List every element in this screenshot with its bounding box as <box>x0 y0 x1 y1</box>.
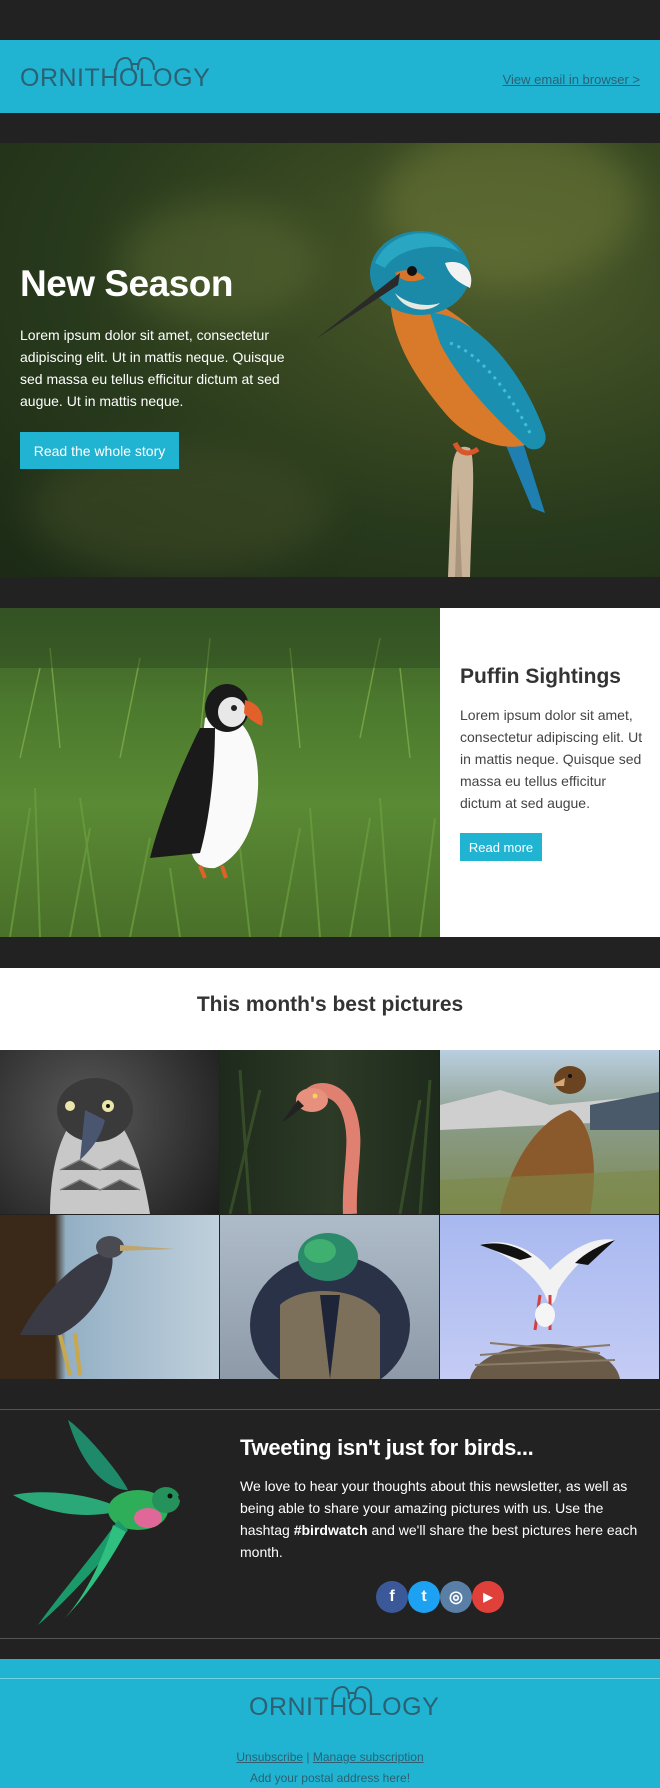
pictures-grid <box>0 1050 660 1380</box>
logo: ORNITHOLOGY <box>20 56 210 91</box>
facebook-glyph: f <box>389 1588 395 1605</box>
link-separator: | <box>306 1750 310 1764</box>
tweet-title: Tweeting isn't just for birds... <box>240 1435 534 1460</box>
puffin-image <box>0 608 440 937</box>
puffin-title: Puffin Sightings <box>460 665 621 688</box>
booby-illustration <box>50 1078 150 1214</box>
email-page: ORNITHOLOGY View email in browser > New … <box>0 0 660 1788</box>
youtube-glyph: ▶ <box>483 1590 493 1604</box>
hero-section: New Season Lorem ipsum dolor sit amet, c… <box>0 143 660 577</box>
hawk-illustration <box>440 1066 659 1214</box>
read-more-button[interactable]: Read more <box>460 833 542 861</box>
tweet-section: Tweeting isn't just for birds... We love… <box>0 1409 660 1639</box>
hashtag: #birdwatch <box>293 1522 368 1538</box>
unsubscribe-link[interactable]: Unsubscribe <box>236 1750 303 1764</box>
pictures-title: This month's best pictures <box>196 993 464 1016</box>
footer: ORNITHOLOGY Unsubscribe | Manage subscri… <box>0 1659 660 1788</box>
gallery-image[interactable] <box>220 1215 439 1379</box>
footer-logo: ORNITHOLOGY <box>249 1685 439 1720</box>
footer-divider <box>0 1678 660 1679</box>
stork-illustration <box>470 1239 620 1379</box>
instagram-glyph: ◎ <box>449 1589 463 1606</box>
puffin-text: Lorem ipsum dolor sit amet, consectetur … <box>460 707 643 811</box>
heron-illustration <box>20 1236 175 1376</box>
twitter-glyph: t <box>421 1588 427 1605</box>
instagram-icon[interactable]: ◎ <box>440 1581 472 1613</box>
pictures-header: This month's best pictures <box>0 968 660 1050</box>
view-in-browser-link[interactable]: View email in browser > <box>503 72 640 87</box>
gallery-image[interactable] <box>440 1050 659 1214</box>
hero-text: Lorem ipsum dolor sit amet, consectetur … <box>20 327 285 409</box>
gallery-image[interactable] <box>440 1215 659 1379</box>
gallery-image[interactable] <box>0 1050 219 1214</box>
youtube-icon[interactable]: ▶ <box>472 1581 504 1613</box>
puffin-section: Puffin Sightings Lorem ipsum dolor sit a… <box>0 608 660 937</box>
postal-address: Add your postal address here! <box>249 1771 411 1785</box>
header-bar: ORNITHOLOGY View email in browser > <box>0 40 660 113</box>
tweet-text: We love to hear your thoughts about this… <box>240 1475 640 1563</box>
puffin-illustration <box>0 608 440 937</box>
puffin-panel: Puffin Sightings Lorem ipsum dolor sit a… <box>440 608 660 937</box>
facebook-icon[interactable]: f <box>376 1581 408 1613</box>
flamingo-illustration <box>228 1069 432 1214</box>
binoculars-icon <box>332 1685 372 1700</box>
binoculars-icon <box>115 56 155 71</box>
sunbird-illustration <box>250 1233 410 1379</box>
hummingbird-image <box>13 1420 218 1625</box>
twitter-icon[interactable]: t <box>408 1581 440 1613</box>
gallery-image[interactable] <box>220 1050 439 1214</box>
manage-subscription-link[interactable]: Manage subscription <box>313 1750 424 1764</box>
hero-title: New Season <box>20 263 233 304</box>
gallery-image[interactable] <box>0 1215 219 1379</box>
read-whole-story-button[interactable]: Read the whole story <box>20 432 179 469</box>
footer-links: Unsubscribe | Manage subscription <box>0 1750 660 1764</box>
